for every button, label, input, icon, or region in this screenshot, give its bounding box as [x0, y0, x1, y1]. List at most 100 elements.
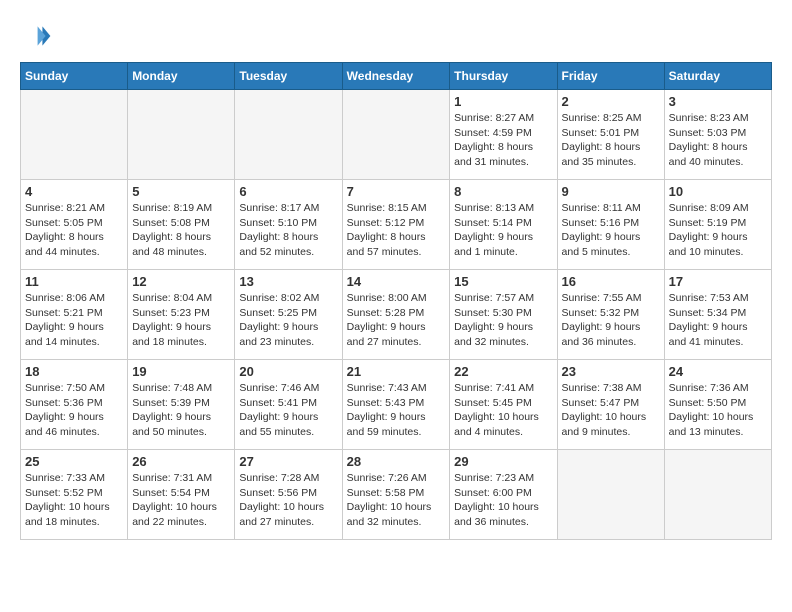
day-info: Sunrise: 8:25 AM Sunset: 5:01 PM Dayligh…	[562, 111, 660, 170]
day-number: 3	[669, 94, 767, 109]
day-info: Sunrise: 7:28 AM Sunset: 5:56 PM Dayligh…	[239, 471, 337, 530]
page-header	[20, 20, 772, 52]
day-number: 12	[132, 274, 230, 289]
calendar-table: SundayMondayTuesdayWednesdayThursdayFrid…	[20, 62, 772, 540]
calendar-cell: 10 Sunrise: 8:09 AM Sunset: 5:19 PM Dayli…	[664, 180, 771, 270]
day-number: 8	[454, 184, 552, 199]
day-info: Sunrise: 8:09 AM Sunset: 5:19 PM Dayligh…	[669, 201, 767, 260]
day-number: 19	[132, 364, 230, 379]
day-info: Sunrise: 8:04 AM Sunset: 5:23 PM Dayligh…	[132, 291, 230, 350]
day-info: Sunrise: 8:17 AM Sunset: 5:10 PM Dayligh…	[239, 201, 337, 260]
logo	[20, 20, 56, 52]
day-number: 17	[669, 274, 767, 289]
calendar-cell: 24 Sunrise: 7:36 AM Sunset: 5:50 PM Dayli…	[664, 360, 771, 450]
day-header-thursday: Thursday	[450, 63, 557, 90]
calendar-cell	[21, 90, 128, 180]
day-number: 26	[132, 454, 230, 469]
day-number: 29	[454, 454, 552, 469]
day-info: Sunrise: 7:23 AM Sunset: 6:00 PM Dayligh…	[454, 471, 552, 530]
calendar-cell: 15Sunrise: 7:57 AM Sunset: 5:30 PM Dayli…	[450, 270, 557, 360]
day-info: Sunrise: 7:26 AM Sunset: 5:58 PM Dayligh…	[347, 471, 446, 530]
day-info: Sunrise: 7:43 AM Sunset: 5:43 PM Dayligh…	[347, 381, 446, 440]
day-info: Sunrise: 7:50 AM Sunset: 5:36 PM Dayligh…	[25, 381, 123, 440]
calendar-cell: 1Sunrise: 8:27 AM Sunset: 4:59 PM Daylig…	[450, 90, 557, 180]
day-number: 18	[25, 364, 123, 379]
calendar-body: 1Sunrise: 8:27 AM Sunset: 4:59 PM Daylig…	[21, 90, 772, 540]
day-info: Sunrise: 7:31 AM Sunset: 5:54 PM Dayligh…	[132, 471, 230, 530]
day-number: 1	[454, 94, 552, 109]
calendar-cell: 19 Sunrise: 7:48 AM Sunset: 5:39 PM Dayli…	[128, 360, 235, 450]
calendar-cell: 25Sunrise: 7:33 AM Sunset: 5:52 PM Dayli…	[21, 450, 128, 540]
calendar-header: SundayMondayTuesdayWednesdayThursdayFrid…	[21, 63, 772, 90]
day-header-monday: Monday	[128, 63, 235, 90]
week-row-5: 25Sunrise: 7:33 AM Sunset: 5:52 PM Dayli…	[21, 450, 772, 540]
logo-icon	[20, 20, 52, 52]
week-row-4: 18 Sunrise: 7:50 AM Sunset: 5:36 PM Dayli…	[21, 360, 772, 450]
day-info: Sunrise: 8:21 AM Sunset: 5:05 PM Dayligh…	[25, 201, 123, 260]
calendar-cell: 7Sunrise: 8:15 AM Sunset: 5:12 PM Daylig…	[342, 180, 450, 270]
day-header-friday: Friday	[557, 63, 664, 90]
day-info: Sunrise: 8:00 AM Sunset: 5:28 PM Dayligh…	[347, 291, 446, 350]
calendar-cell: 22 Sunrise: 7:41 AM Sunset: 5:45 PM Dayli…	[450, 360, 557, 450]
day-info: Sunrise: 7:38 AM Sunset: 5:47 PM Dayligh…	[562, 381, 660, 440]
day-number: 22	[454, 364, 552, 379]
calendar-cell: 23 Sunrise: 7:38 AM Sunset: 5:47 PM Dayli…	[557, 360, 664, 450]
calendar-cell: 2 Sunrise: 8:25 AM Sunset: 5:01 PM Daylig…	[557, 90, 664, 180]
day-number: 10	[669, 184, 767, 199]
calendar-cell: 18 Sunrise: 7:50 AM Sunset: 5:36 PM Dayli…	[21, 360, 128, 450]
day-number: 14	[347, 274, 446, 289]
day-number: 28	[347, 454, 446, 469]
calendar-cell: 4 Sunrise: 8:21 AM Sunset: 5:05 PM Daylig…	[21, 180, 128, 270]
day-info: Sunrise: 7:41 AM Sunset: 5:45 PM Dayligh…	[454, 381, 552, 440]
days-of-week-row: SundayMondayTuesdayWednesdayThursdayFrid…	[21, 63, 772, 90]
calendar-cell: 28 Sunrise: 7:26 AM Sunset: 5:58 PM Dayli…	[342, 450, 450, 540]
day-number: 6	[239, 184, 337, 199]
day-number: 16	[562, 274, 660, 289]
calendar-cell: 6 Sunrise: 8:17 AM Sunset: 5:10 PM Daylig…	[235, 180, 342, 270]
day-info: Sunrise: 8:19 AM Sunset: 5:08 PM Dayligh…	[132, 201, 230, 260]
calendar-cell	[128, 90, 235, 180]
day-info: Sunrise: 8:23 AM Sunset: 5:03 PM Dayligh…	[669, 111, 767, 170]
day-info: Sunrise: 7:36 AM Sunset: 5:50 PM Dayligh…	[669, 381, 767, 440]
day-number: 23	[562, 364, 660, 379]
calendar-cell: 9 Sunrise: 8:11 AM Sunset: 5:16 PM Daylig…	[557, 180, 664, 270]
day-number: 2	[562, 94, 660, 109]
calendar-cell: 27 Sunrise: 7:28 AM Sunset: 5:56 PM Dayli…	[235, 450, 342, 540]
day-info: Sunrise: 7:55 AM Sunset: 5:32 PM Dayligh…	[562, 291, 660, 350]
week-row-2: 4 Sunrise: 8:21 AM Sunset: 5:05 PM Daylig…	[21, 180, 772, 270]
day-number: 15	[454, 274, 552, 289]
day-number: 5	[132, 184, 230, 199]
day-number: 20	[239, 364, 337, 379]
calendar-cell: 16 Sunrise: 7:55 AM Sunset: 5:32 PM Dayli…	[557, 270, 664, 360]
calendar-cell: 14 Sunrise: 8:00 AM Sunset: 5:28 PM Dayli…	[342, 270, 450, 360]
calendar-cell: 5 Sunrise: 8:19 AM Sunset: 5:08 PM Daylig…	[128, 180, 235, 270]
week-row-1: 1Sunrise: 8:27 AM Sunset: 4:59 PM Daylig…	[21, 90, 772, 180]
calendar-cell: 12 Sunrise: 8:04 AM Sunset: 5:23 PM Dayli…	[128, 270, 235, 360]
day-header-saturday: Saturday	[664, 63, 771, 90]
day-info: Sunrise: 8:02 AM Sunset: 5:25 PM Dayligh…	[239, 291, 337, 350]
calendar-cell	[235, 90, 342, 180]
calendar-cell: 3 Sunrise: 8:23 AM Sunset: 5:03 PM Daylig…	[664, 90, 771, 180]
day-info: Sunrise: 7:53 AM Sunset: 5:34 PM Dayligh…	[669, 291, 767, 350]
calendar-cell	[342, 90, 450, 180]
day-number: 11	[25, 274, 123, 289]
day-info: Sunrise: 8:11 AM Sunset: 5:16 PM Dayligh…	[562, 201, 660, 260]
day-header-tuesday: Tuesday	[235, 63, 342, 90]
day-number: 13	[239, 274, 337, 289]
day-number: 24	[669, 364, 767, 379]
day-number: 21	[347, 364, 446, 379]
day-number: 4	[25, 184, 123, 199]
day-info: Sunrise: 7:48 AM Sunset: 5:39 PM Dayligh…	[132, 381, 230, 440]
day-info: Sunrise: 8:06 AM Sunset: 5:21 PM Dayligh…	[25, 291, 123, 350]
calendar-cell: 13 Sunrise: 8:02 AM Sunset: 5:25 PM Dayli…	[235, 270, 342, 360]
day-number: 27	[239, 454, 337, 469]
calendar-cell: 29 Sunrise: 7:23 AM Sunset: 6:00 PM Dayli…	[450, 450, 557, 540]
day-number: 25	[25, 454, 123, 469]
day-info: Sunrise: 7:46 AM Sunset: 5:41 PM Dayligh…	[239, 381, 337, 440]
day-number: 9	[562, 184, 660, 199]
day-number: 7	[347, 184, 446, 199]
calendar-cell: 26 Sunrise: 7:31 AM Sunset: 5:54 PM Dayli…	[128, 450, 235, 540]
calendar-cell: 17 Sunrise: 7:53 AM Sunset: 5:34 PM Dayli…	[664, 270, 771, 360]
day-header-sunday: Sunday	[21, 63, 128, 90]
calendar-cell: 8Sunrise: 8:13 AM Sunset: 5:14 PM Daylig…	[450, 180, 557, 270]
